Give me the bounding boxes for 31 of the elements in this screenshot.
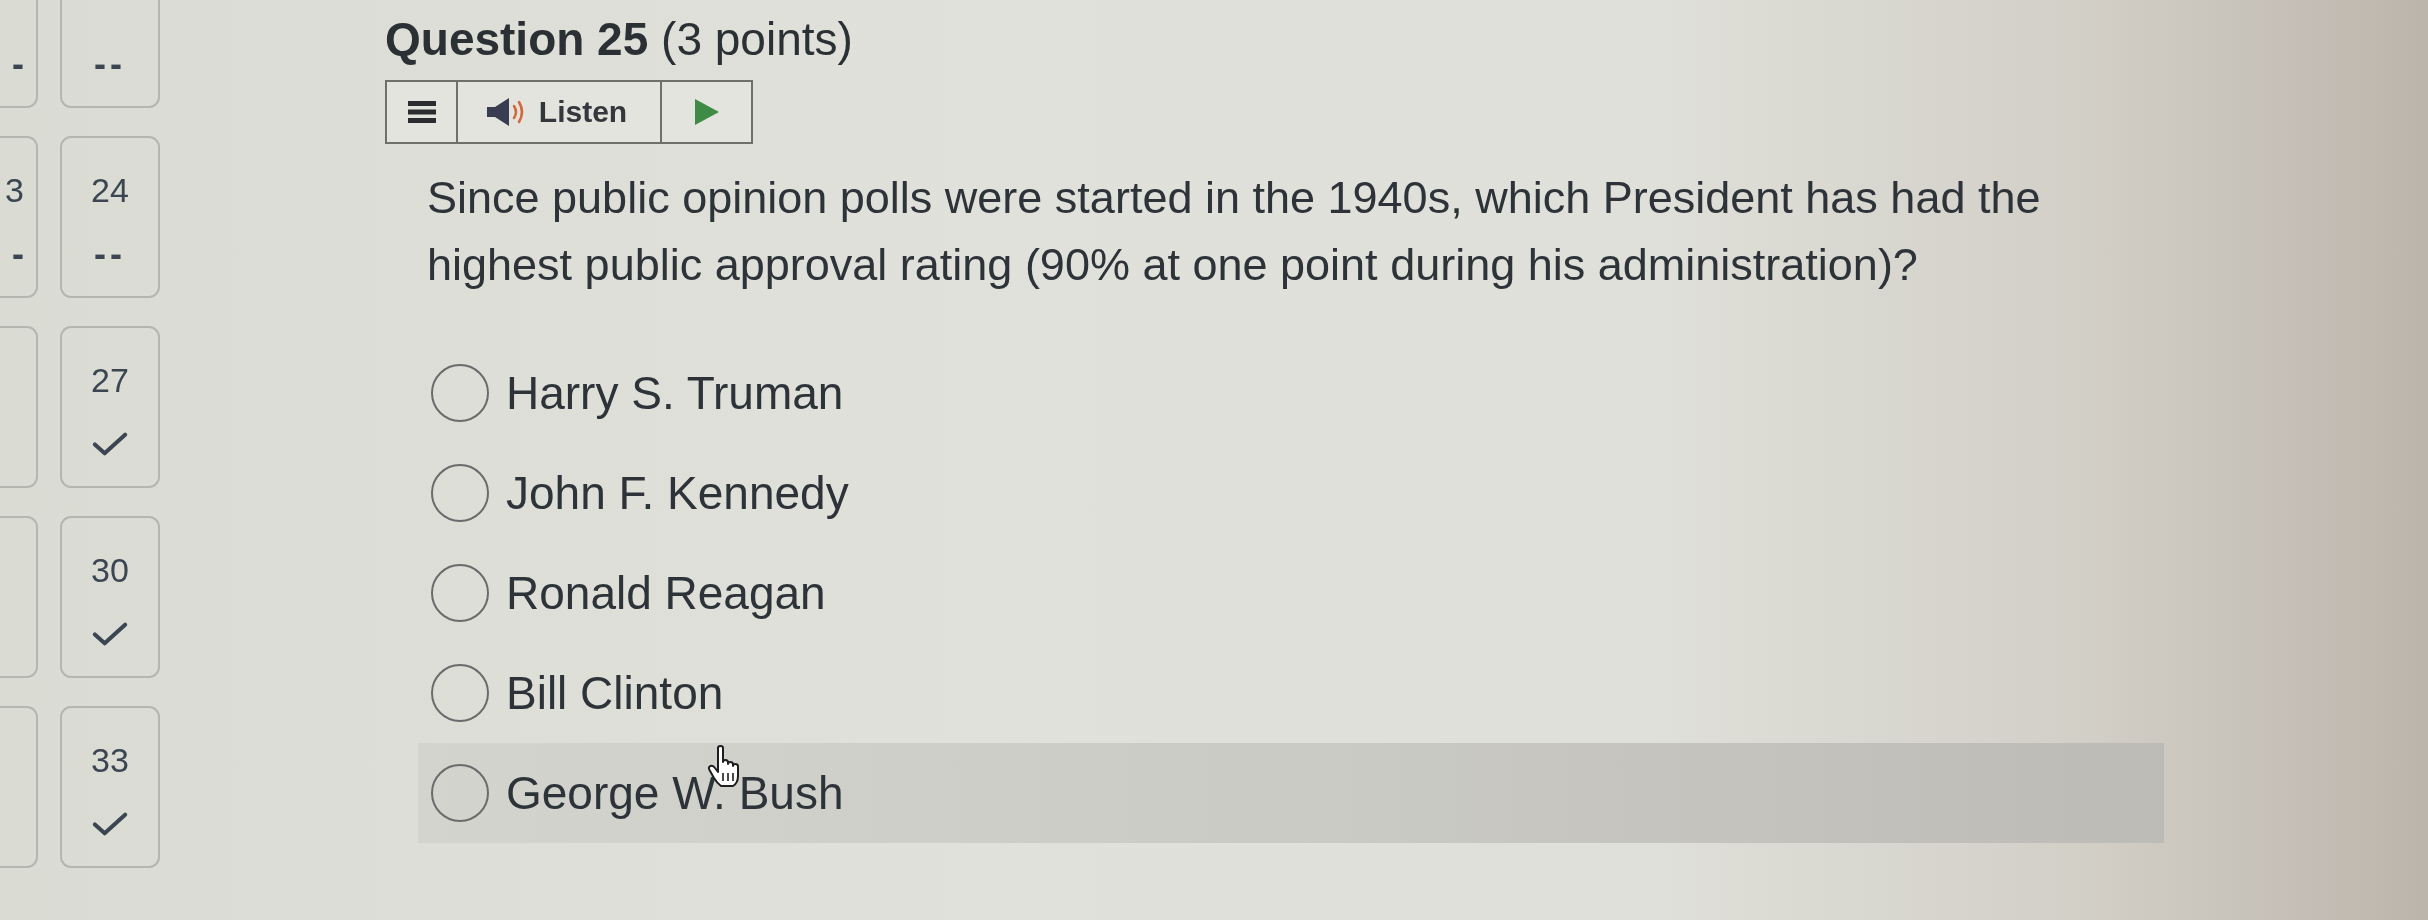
question-number: 3	[5, 172, 24, 208]
question-link[interactable]: 3 -	[0, 136, 38, 298]
status-text: --	[94, 49, 126, 79]
play-icon	[694, 99, 719, 125]
answer-option[interactable]: George W. Bush	[418, 743, 2164, 843]
status-text: --	[94, 239, 126, 269]
radio-button[interactable]	[431, 564, 489, 622]
radio-button[interactable]	[431, 764, 489, 822]
status-text: -	[12, 239, 24, 269]
radio-button[interactable]	[431, 364, 489, 422]
radio-button[interactable]	[431, 664, 489, 722]
radio-button[interactable]	[431, 464, 489, 522]
answer-option[interactable]: Bill Clinton	[418, 643, 737, 743]
answer-option[interactable]: John F. Kennedy	[418, 443, 862, 543]
question-number: 27	[91, 362, 129, 398]
menu-icon	[407, 101, 436, 123]
question-link[interactable]: --	[60, 0, 160, 108]
listen-button[interactable]: Listen	[458, 82, 662, 142]
answer-option[interactable]: Ronald Reagan	[418, 543, 839, 643]
question-link[interactable]: 27	[60, 326, 160, 488]
status-text: -	[12, 49, 24, 79]
question-number: 33	[91, 742, 129, 778]
question-link[interactable]: 33	[60, 706, 160, 868]
question-title: Question 25 (3 points)	[385, 13, 853, 65]
question-text: Since public opinion polls were started in the 1940s, which President has had the highest public approval rating (90% at one point during his administration)?	[427, 171, 2042, 292]
question-link[interactable]: 30	[60, 516, 160, 678]
question-link[interactable]: -	[0, 0, 38, 108]
question-link[interactable]: 24 --	[60, 136, 160, 298]
question-number: 30	[91, 552, 129, 588]
question-number: 24	[91, 172, 129, 208]
answer-option[interactable]: Harry S. Truman	[418, 343, 857, 443]
